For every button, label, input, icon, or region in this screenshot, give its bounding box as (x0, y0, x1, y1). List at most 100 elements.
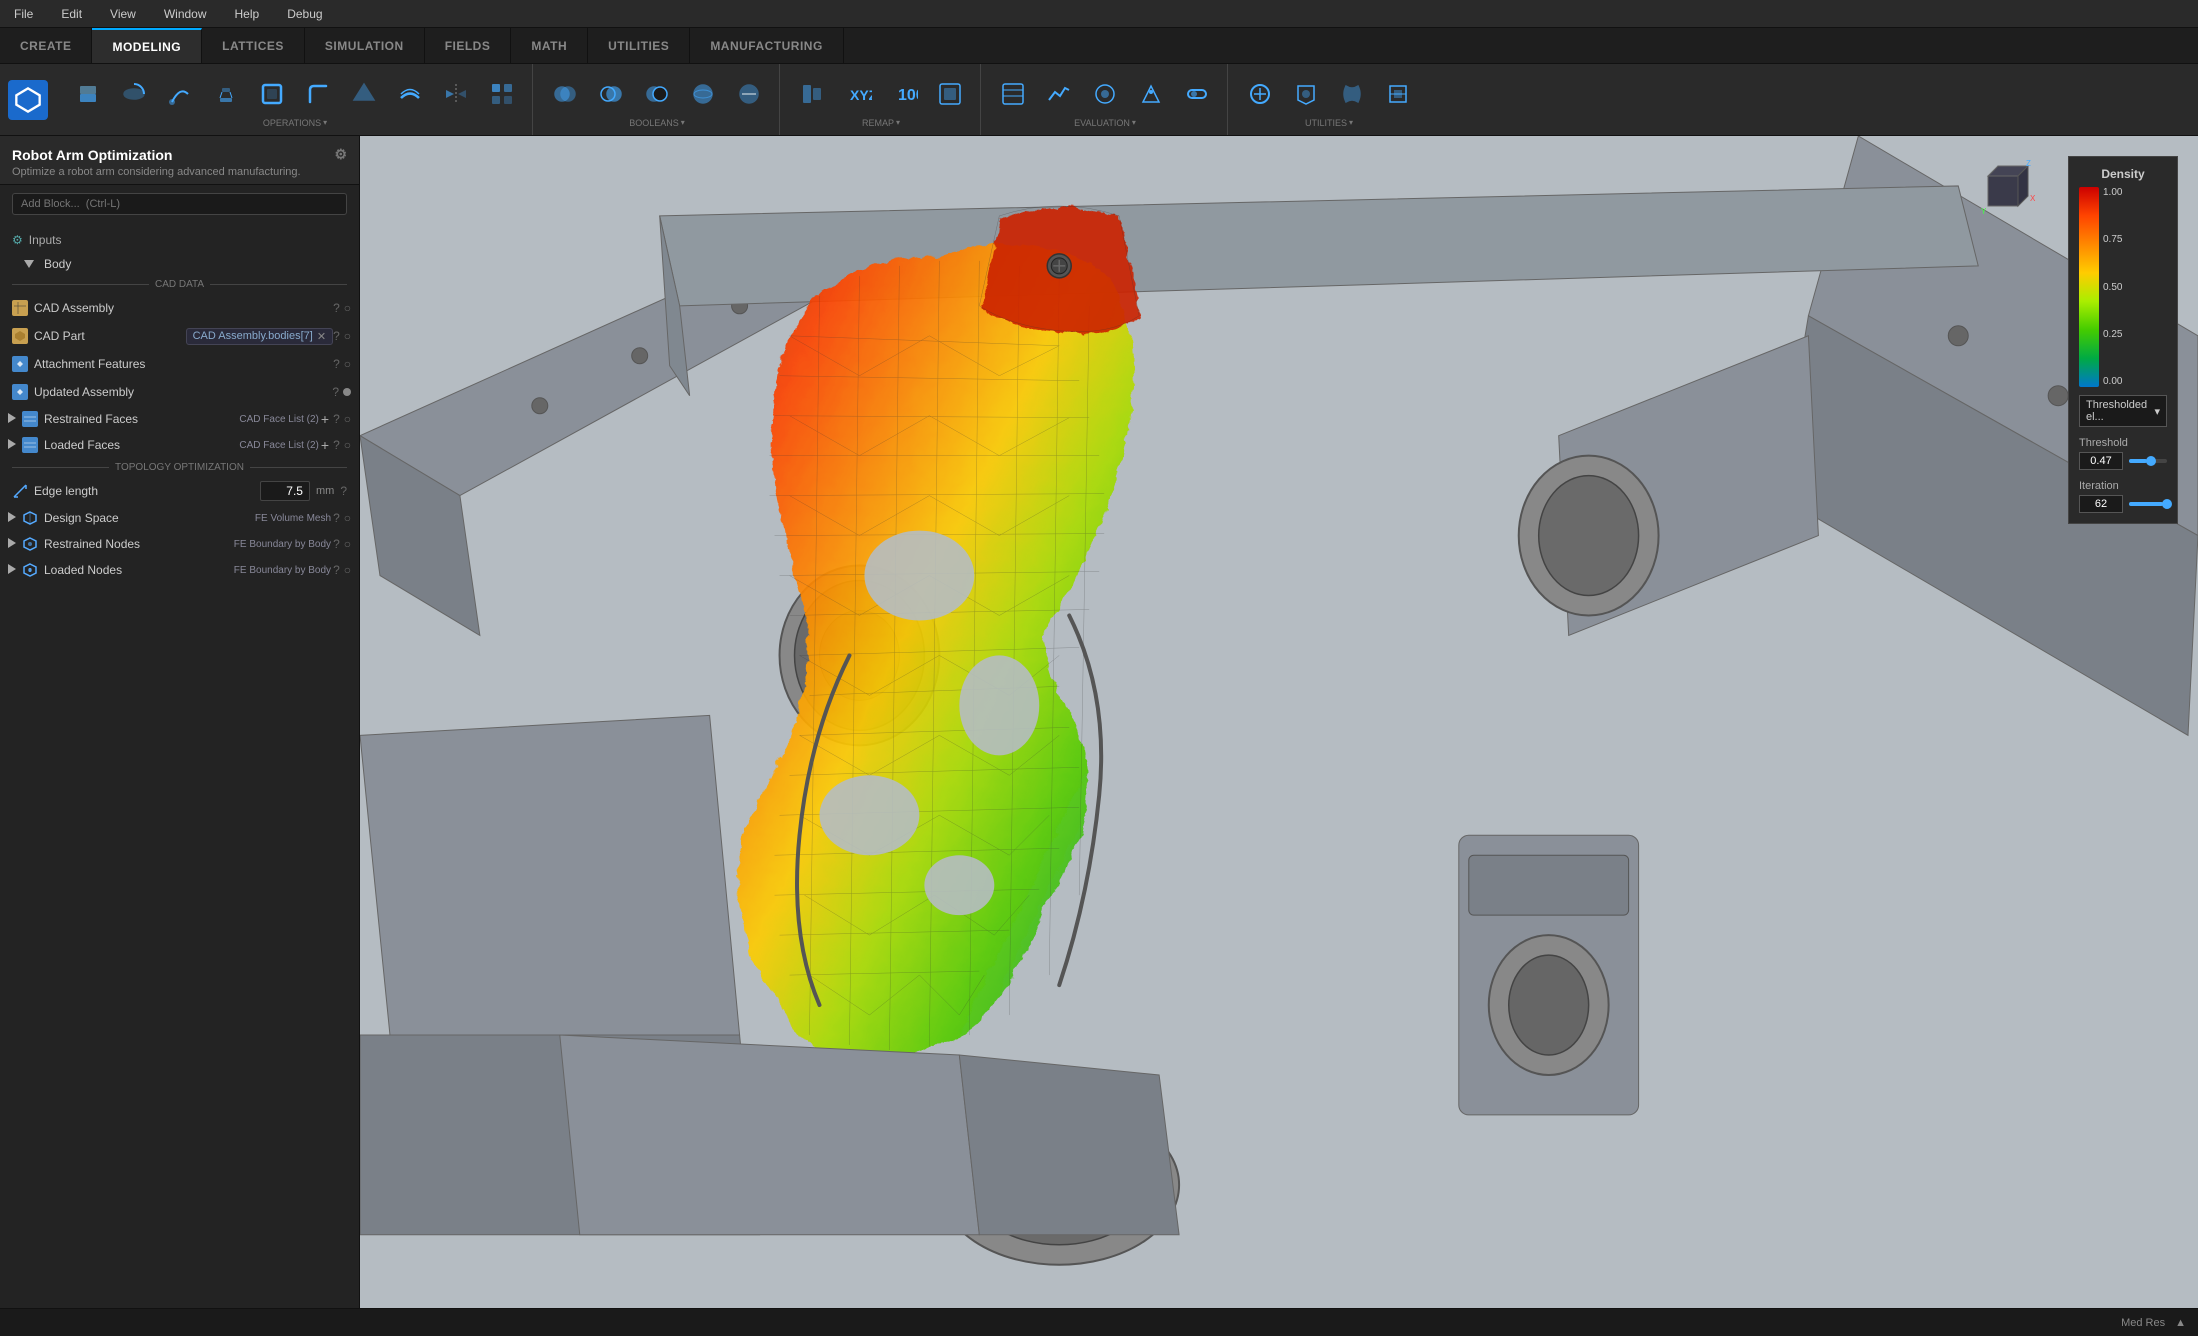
restrained-nodes-item[interactable]: Restrained Nodes FE Boundary by Body ? ○ (0, 531, 359, 557)
tool-intersect[interactable] (589, 72, 633, 116)
tool-util1[interactable] (1238, 72, 1282, 116)
loaded-nodes-more-icon[interactable]: ○ (344, 563, 351, 577)
add-block-input[interactable] (12, 193, 347, 215)
tool-remap1[interactable] (790, 72, 834, 116)
loaded-faces-more-icon[interactable]: ○ (344, 438, 351, 452)
attachment-features-more-icon[interactable]: ○ (344, 357, 351, 371)
tool-eval4[interactable] (1129, 72, 1173, 116)
cad-part-item[interactable]: CAD Part CAD Assembly.bodies[7] ✕ ? ○ (0, 322, 359, 350)
menu-window[interactable]: Window (158, 5, 213, 23)
loaded-faces-item[interactable]: Loaded Faces CAD Face List (2) + ? ○ (0, 432, 359, 458)
viewport[interactable]: Density 1.00 0.75 0.50 0.25 0.00 Thresho… (360, 136, 2198, 1308)
tool-eval3[interactable] (1083, 72, 1127, 116)
menu-debug[interactable]: Debug (281, 5, 328, 23)
tool-eval2[interactable] (1037, 72, 1081, 116)
tool-sphere[interactable] (681, 72, 725, 116)
design-space-item[interactable]: Design Space FE Volume Mesh ? ○ (0, 505, 359, 531)
tab-math[interactable]: MATH (511, 28, 588, 63)
updated-assembly-help-icon[interactable]: ? (332, 385, 339, 399)
tool-pattern[interactable] (480, 72, 524, 116)
tool-fillet[interactable] (296, 72, 340, 116)
attachment-features-help-icon[interactable]: ? (333, 357, 340, 371)
edge-length-help-icon[interactable]: ? (340, 484, 347, 498)
iteration-input[interactable] (2079, 495, 2123, 513)
remap-arrow[interactable]: ▾ (896, 118, 900, 127)
cad-assembly-more-icon[interactable]: ○ (344, 301, 351, 315)
tool-remap4[interactable] (928, 72, 972, 116)
restrained-faces-expand-icon[interactable] (8, 412, 16, 426)
tool-union[interactable] (543, 72, 587, 116)
menu-file[interactable]: File (8, 5, 39, 23)
loaded-faces-help-icon[interactable]: ? (333, 438, 340, 452)
loaded-nodes-help-icon[interactable]: ? (333, 563, 340, 577)
menu-edit[interactable]: Edit (55, 5, 88, 23)
tab-manufacturing[interactable]: MANUFACTURING (690, 28, 844, 63)
cad-part-tag-close[interactable]: ✕ (317, 330, 326, 343)
tab-create[interactable]: CREATE (0, 28, 92, 63)
booleans-arrow[interactable]: ▾ (681, 118, 685, 127)
cad-part-tag[interactable]: CAD Assembly.bodies[7] ✕ (186, 328, 333, 345)
tab-fields[interactable]: FIELDS (425, 28, 512, 63)
restrained-faces-item[interactable]: Restrained Faces CAD Face List (2) + ? ○ (0, 406, 359, 432)
remap-label[interactable]: REMAP ▾ (862, 118, 900, 128)
loaded-nodes-expand-icon[interactable] (8, 563, 16, 577)
edge-length-input[interactable] (260, 481, 310, 501)
bottom-arrow-icon[interactable]: ▲ (2175, 1317, 2186, 1329)
evaluation-label[interactable]: EVALUATION ▾ (1074, 118, 1136, 128)
restrained-nodes-help-icon[interactable]: ? (333, 537, 340, 551)
loaded-faces-expand-icon[interactable] (8, 438, 16, 452)
cad-assembly-item[interactable]: CAD Assembly ? ○ (0, 294, 359, 322)
tool-draft[interactable] (342, 72, 386, 116)
tab-modeling[interactable]: MODELING (92, 28, 202, 63)
tool-revolve[interactable] (112, 72, 156, 116)
restrained-nodes-more-icon[interactable]: ○ (344, 537, 351, 551)
operations-label[interactable]: OPERATIONS ▾ (263, 118, 327, 128)
cad-part-more-icon[interactable]: ○ (344, 329, 351, 343)
tool-boolean-misc[interactable] (727, 72, 771, 116)
design-space-expand-icon[interactable] (8, 511, 16, 525)
iteration-slider[interactable] (2129, 502, 2167, 506)
tool-util3[interactable] (1330, 72, 1374, 116)
restrained-faces-more-icon[interactable]: ○ (344, 412, 351, 426)
cad-assembly-help-icon[interactable]: ? (333, 301, 340, 315)
threshold-slider-thumb[interactable] (2146, 456, 2156, 466)
density-dropdown-arrow[interactable]: ▾ (2154, 405, 2160, 418)
booleans-label[interactable]: BOOLEANS ▾ (629, 118, 685, 128)
threshold-input[interactable] (2079, 452, 2123, 470)
cad-part-help-icon[interactable]: ? (333, 329, 340, 343)
evaluation-arrow[interactable]: ▾ (1132, 118, 1136, 127)
tool-loft[interactable] (204, 72, 248, 116)
restrained-faces-add-icon[interactable]: + (321, 411, 329, 427)
menu-help[interactable]: Help (229, 5, 266, 23)
threshold-slider[interactable] (2129, 459, 2167, 463)
tool-subtract[interactable] (635, 72, 679, 116)
loaded-faces-add-icon[interactable]: + (321, 437, 329, 453)
tool-eval1[interactable] (991, 72, 1035, 116)
iteration-slider-thumb[interactable] (2162, 499, 2172, 509)
tool-util2[interactable] (1284, 72, 1328, 116)
operations-arrow[interactable]: ▾ (323, 118, 327, 127)
panel-gear-icon[interactable]: ⚙ (334, 146, 347, 163)
tool-shell[interactable] (250, 72, 294, 116)
tool-extrude[interactable] (66, 72, 110, 116)
loaded-nodes-item[interactable]: Loaded Nodes FE Boundary by Body ? ○ (0, 557, 359, 583)
tool-mirror[interactable] (434, 72, 478, 116)
utilities-label[interactable]: UTILITIES ▾ (1305, 118, 1353, 128)
menu-view[interactable]: View (104, 5, 142, 23)
tool-util4[interactable] (1376, 72, 1420, 116)
restrained-faces-help-icon[interactable]: ? (333, 412, 340, 426)
tool-thicken[interactable] (388, 72, 432, 116)
tab-utilities[interactable]: UTILITIES (588, 28, 690, 63)
tab-simulation[interactable]: SIMULATION (305, 28, 425, 63)
density-dropdown[interactable]: Thresholded el... ▾ (2079, 395, 2167, 427)
restrained-nodes-expand-icon[interactable] (8, 537, 16, 551)
tool-eval5[interactable] (1175, 72, 1219, 116)
tool-remap3[interactable]: 100 (882, 72, 926, 116)
attachment-features-item[interactable]: Attachment Features ? ○ (0, 350, 359, 378)
design-space-help-icon[interactable]: ? (333, 511, 340, 525)
body-expand-icon[interactable] (24, 260, 34, 268)
tab-lattices[interactable]: LATTICES (202, 28, 305, 63)
utilities-arrow[interactable]: ▾ (1349, 118, 1353, 127)
design-space-more-icon[interactable]: ○ (344, 511, 351, 525)
tool-remap2[interactable]: XYZ (836, 72, 880, 116)
